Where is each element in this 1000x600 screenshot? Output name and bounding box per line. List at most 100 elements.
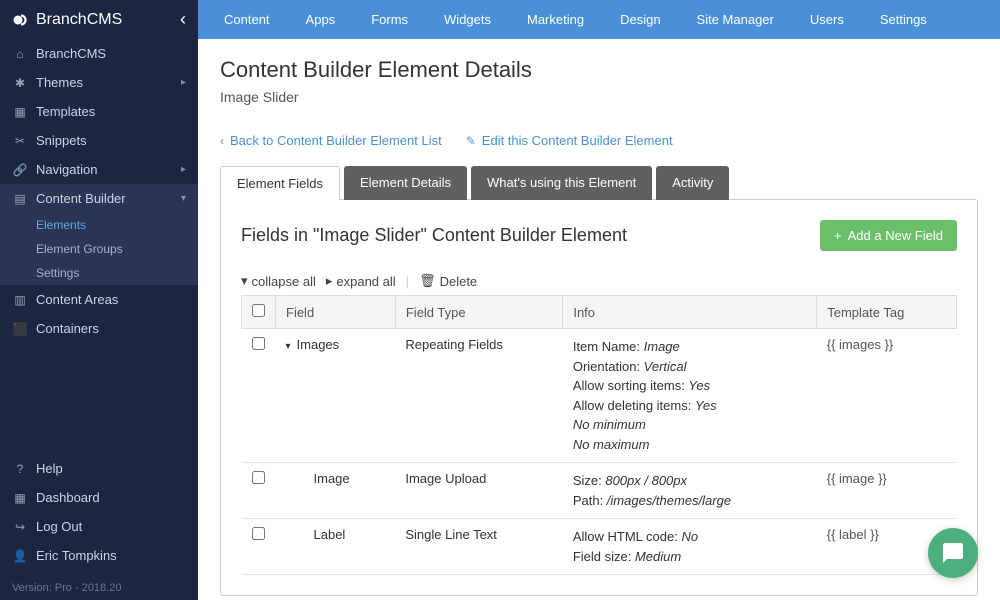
sidebar-nav: ⌂BranchCMS ✱ Themes ▸ ▦Templates ✂ Snippets 🔗 Na… bbox=[0, 39, 198, 454]
sidebar-item-label: Containers bbox=[36, 321, 99, 336]
chevron-right-icon: ▸ bbox=[181, 164, 186, 175]
topnav-design[interactable]: Design bbox=[602, 0, 678, 39]
row-checkbox[interactable] bbox=[252, 337, 265, 350]
sidebar-collapse-icon[interactable]: ‹ bbox=[180, 9, 186, 30]
topnav-content[interactable]: Content bbox=[206, 0, 288, 39]
brand-name: BranchCMS bbox=[36, 11, 122, 29]
sidebar-item-label: Help bbox=[36, 461, 63, 476]
row-checkbox[interactable] bbox=[252, 471, 265, 484]
logout-icon: ↪ bbox=[12, 520, 28, 534]
sidebar-item-branchcms[interactable]: ⌂BranchCMS bbox=[0, 39, 198, 68]
topnav-site-manager[interactable]: Site Manager bbox=[679, 0, 792, 39]
tab-activity[interactable]: Activity bbox=[656, 166, 729, 200]
sidebar-footer: ? Help ▦ Dashboard ↪ Log Out 👤Eric Tompkins bbox=[0, 454, 198, 576]
sidebar-item-containers[interactable]: ⬛ Containers bbox=[0, 314, 198, 343]
field-type-cell: Repeating Fields bbox=[395, 329, 562, 463]
topnav-marketing[interactable]: Marketing bbox=[509, 0, 602, 39]
table-row: ▾ImagesRepeating FieldsItem Name: ImageO… bbox=[242, 329, 957, 463]
edit-link[interactable]: ✎ Edit this Content Builder Element bbox=[466, 133, 673, 148]
select-all-checkbox[interactable] bbox=[252, 304, 265, 317]
topnav-users[interactable]: Users bbox=[792, 0, 862, 39]
sidebar-subitem-elements[interactable]: Elements bbox=[0, 213, 198, 237]
add-field-label: Add a New Field bbox=[848, 228, 943, 243]
field-name-cell[interactable]: Image bbox=[276, 463, 396, 519]
column-header: Field Type bbox=[395, 296, 562, 329]
main-area: ContentAppsFormsWidgetsMarketingDesignSi… bbox=[198, 0, 1000, 600]
field-type-cell: Single Line Text bbox=[395, 519, 562, 575]
cube-icon: ⬛ bbox=[12, 322, 28, 336]
sidebar-item-label: Navigation bbox=[36, 162, 97, 177]
edit-link-label: Edit this Content Builder Element bbox=[482, 133, 673, 148]
caret-down-icon[interactable]: ▾ bbox=[286, 341, 291, 352]
chevron-left-icon: ‹ bbox=[220, 134, 224, 148]
table-row: ImageImage UploadSize: 800px / 800pxPath… bbox=[242, 463, 957, 519]
tab-element-details[interactable]: Element Details bbox=[344, 166, 467, 200]
trash-icon: 🗑 bbox=[419, 273, 436, 289]
expand-all-link[interactable]: ▸ expand all bbox=[326, 273, 396, 289]
field-name-cell[interactable]: ▾Images bbox=[276, 329, 396, 463]
chevron-right-icon: ▸ bbox=[181, 77, 186, 88]
caret-right-icon: ▸ bbox=[326, 273, 333, 289]
template-tag-cell: {{ image }} bbox=[817, 463, 957, 519]
sidebar-header[interactable]: BranchCMS ‹ bbox=[0, 0, 198, 39]
table-actions: ▾ collapse all ▸ expand all | 🗑 Delete bbox=[241, 273, 957, 289]
field-type-cell: Image Upload bbox=[395, 463, 562, 519]
topnav-apps[interactable]: Apps bbox=[288, 0, 354, 39]
plus-icon: + bbox=[834, 228, 842, 243]
info-cell: Item Name: ImageOrientation: VerticalAll… bbox=[563, 329, 817, 463]
help-icon: ? bbox=[12, 462, 28, 476]
sidebar-subitem-settings[interactable]: Settings bbox=[0, 261, 198, 285]
sidebar-item-label: Content Areas bbox=[36, 292, 118, 307]
gear-icon: ✱ bbox=[12, 76, 28, 90]
sidebar-item-content-areas[interactable]: ▥Content Areas bbox=[0, 285, 198, 314]
sidebar-item-themes[interactable]: ✱ Themes ▸ bbox=[0, 68, 198, 97]
sidebar-item-navigation[interactable]: 🔗 Navigation ▸ bbox=[0, 155, 198, 184]
content-area: Content Builder Element Details Image Sl… bbox=[198, 39, 1000, 600]
tab-panel: Fields in "Image Slider" Content Builder… bbox=[220, 199, 978, 596]
version-label: Version: Pro - 2018.20 bbox=[0, 576, 198, 600]
back-link-label: Back to Content Builder Element List bbox=[230, 133, 442, 148]
column-header: Field bbox=[276, 296, 396, 329]
tab-what-s-using-this-element[interactable]: What's using this Element bbox=[471, 166, 652, 200]
topnav-widgets[interactable]: Widgets bbox=[426, 0, 509, 39]
sidebar-item-templates[interactable]: ▦Templates bbox=[0, 97, 198, 126]
sidebar-footer-dashboard[interactable]: ▦ Dashboard bbox=[0, 483, 198, 512]
sidebar-footer-help[interactable]: ? Help bbox=[0, 454, 198, 483]
sidebar-item-label: Snippets bbox=[36, 133, 87, 148]
info-cell: Size: 800px / 800pxPath: /images/themes/… bbox=[563, 463, 817, 519]
topbar: ContentAppsFormsWidgetsMarketingDesignSi… bbox=[198, 0, 1000, 39]
sidebar-item-label: Dashboard bbox=[36, 490, 100, 505]
link-icon: 🔗 bbox=[12, 163, 28, 177]
column-header: Info bbox=[563, 296, 817, 329]
back-link[interactable]: ‹ Back to Content Builder Element List bbox=[220, 133, 442, 148]
collapse-all-link[interactable]: ▾ collapse all bbox=[241, 273, 316, 289]
topnav-forms[interactable]: Forms bbox=[353, 0, 426, 39]
grid-icon: ▤ bbox=[12, 192, 28, 206]
breadcrumb-actions: ‹ Back to Content Builder Element List ✎… bbox=[220, 133, 978, 148]
brand-icon bbox=[12, 11, 30, 29]
pencil-icon: ✎ bbox=[466, 134, 476, 148]
row-checkbox[interactable] bbox=[252, 527, 265, 540]
sidebar-footer-log-out[interactable]: ↪ Log Out bbox=[0, 512, 198, 541]
topnav-settings[interactable]: Settings bbox=[862, 0, 945, 39]
field-name-cell[interactable]: Label bbox=[276, 519, 396, 575]
dashboard-icon: ▦ bbox=[12, 491, 28, 505]
tab-element-fields[interactable]: Element Fields bbox=[220, 166, 340, 200]
logo[interactable]: BranchCMS bbox=[12, 11, 122, 29]
chat-bubble-button[interactable] bbox=[928, 528, 978, 578]
scissors-icon: ✂ bbox=[12, 134, 28, 148]
sidebar-item-label: BranchCMS bbox=[36, 46, 106, 61]
sidebar-subitem-element-groups[interactable]: Element Groups bbox=[0, 237, 198, 261]
caret-down-icon: ▾ bbox=[241, 273, 248, 289]
sidebar-item-label: Themes bbox=[36, 75, 83, 90]
sidebar-footer-eric-tompkins[interactable]: 👤Eric Tompkins bbox=[0, 541, 198, 570]
template-tag-cell: {{ images }} bbox=[817, 329, 957, 463]
add-field-button[interactable]: + Add a New Field bbox=[820, 220, 957, 251]
table-row: LabelSingle Line TextAllow HTML code: No… bbox=[242, 519, 957, 575]
sidebar-item-label: Log Out bbox=[36, 519, 82, 534]
sidebar: BranchCMS ‹ ⌂BranchCMS ✱ Themes ▸ ▦Templates… bbox=[0, 0, 198, 600]
panel-header: Fields in "Image Slider" Content Builder… bbox=[241, 220, 957, 251]
sidebar-item-content-builder[interactable]: ▤Content Builder▾ bbox=[0, 184, 198, 213]
sidebar-item-snippets[interactable]: ✂ Snippets bbox=[0, 126, 198, 155]
delete-link[interactable]: 🗑 Delete bbox=[419, 273, 477, 289]
